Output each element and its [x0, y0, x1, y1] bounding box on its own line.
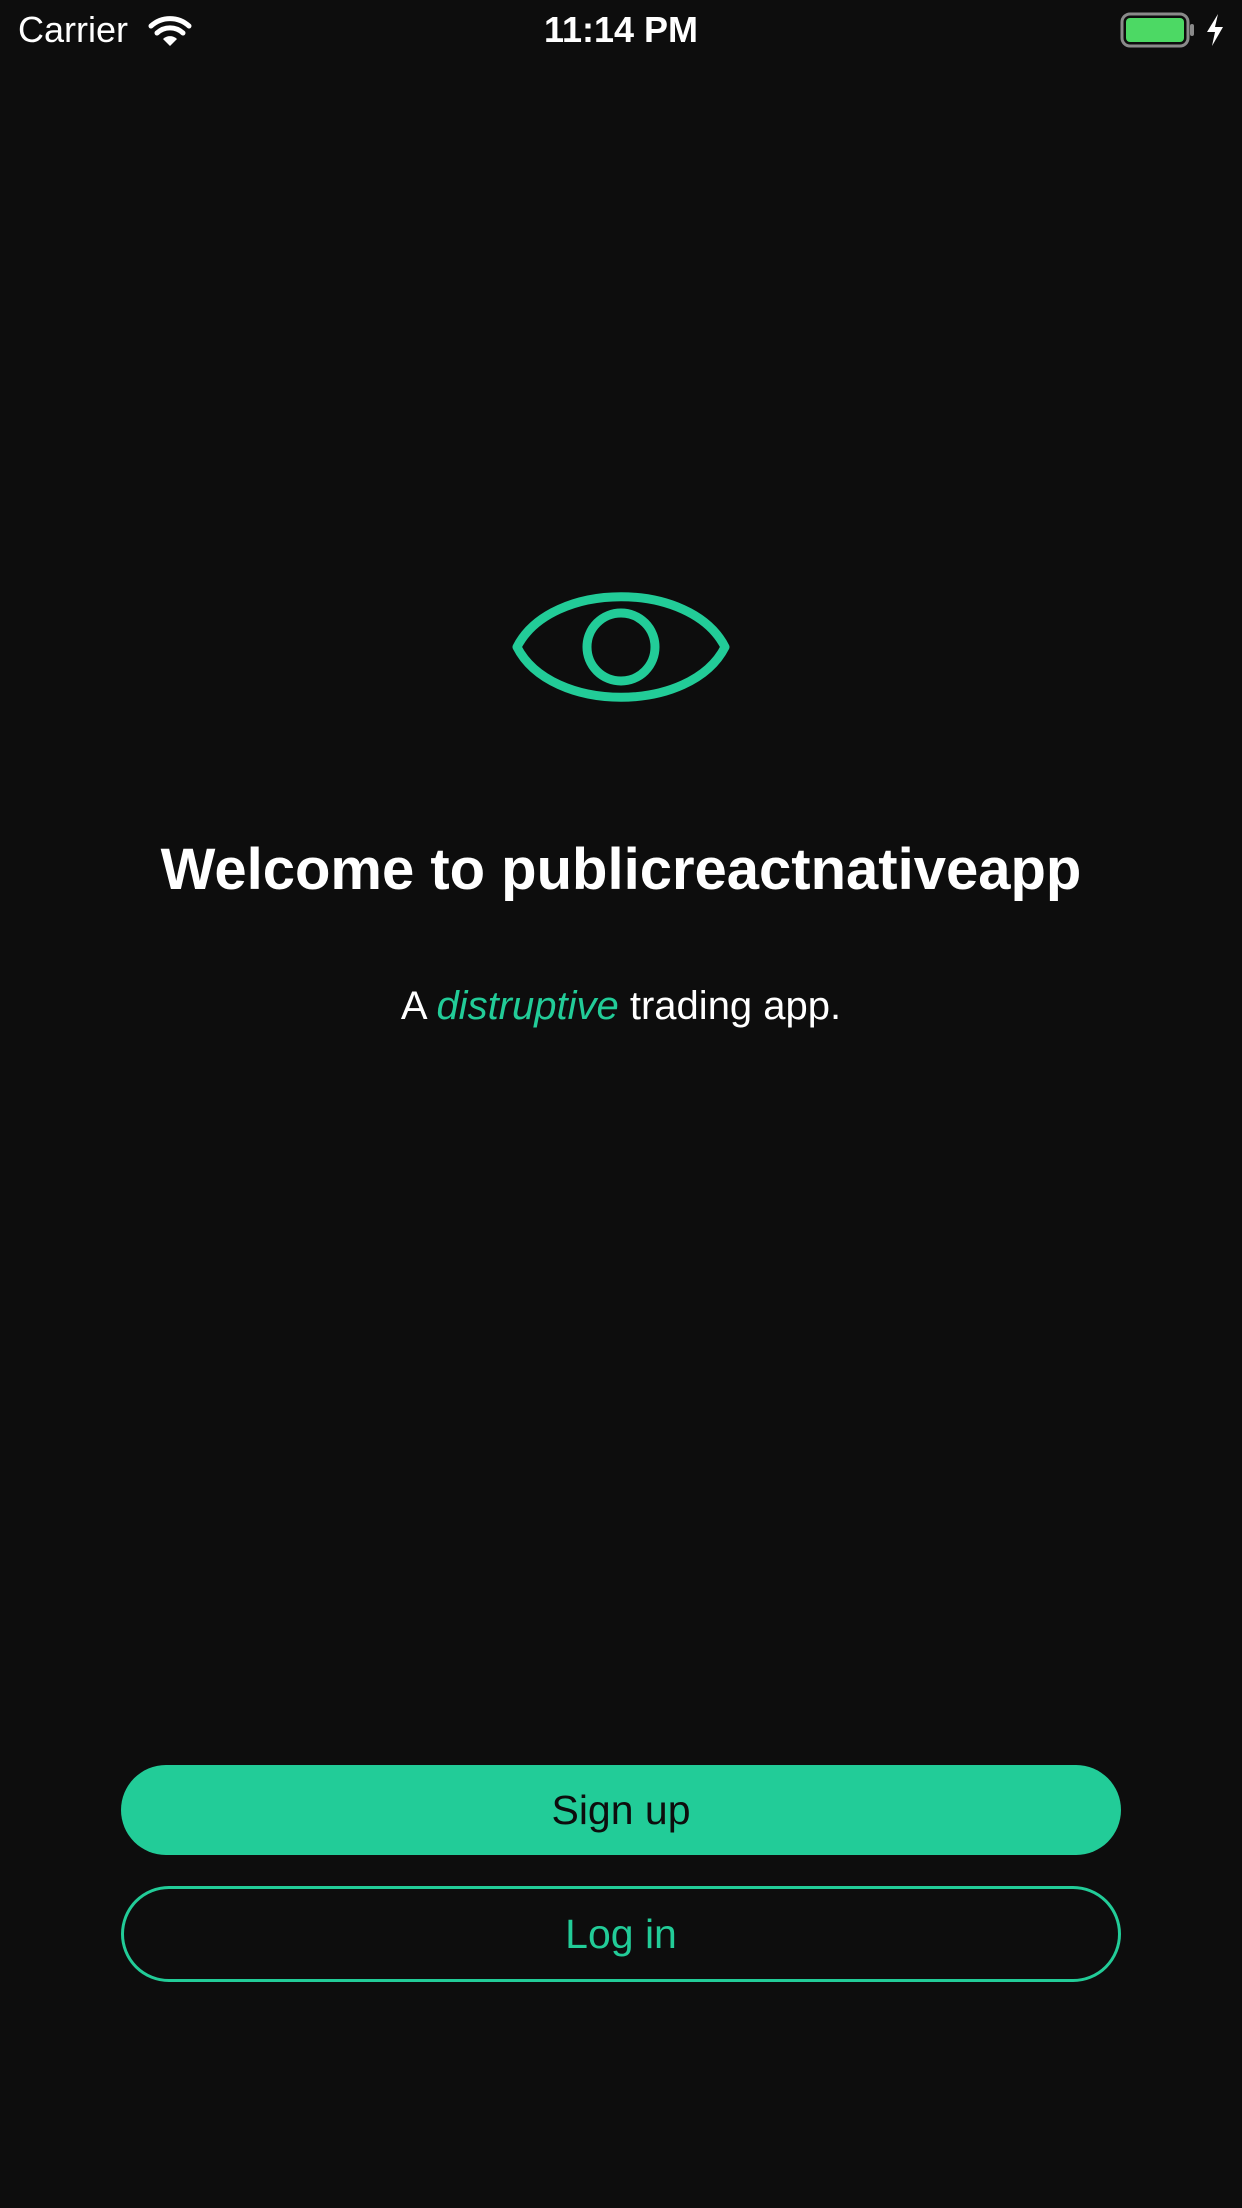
login-button[interactable]: Log in: [121, 1886, 1121, 1982]
subtitle-accent: distruptive: [436, 984, 619, 1028]
subtitle-suffix: trading app.: [629, 984, 842, 1028]
signup-button-label: Sign up: [551, 1786, 691, 1833]
status-bar: Carrier 11:14 PM: [0, 0, 1242, 62]
charging-bolt-icon: [1204, 12, 1226, 48]
battery-icon: [1120, 12, 1196, 48]
login-button-label: Log in: [565, 1910, 677, 1957]
welcome-title: Welcome to publicreactnativeapp: [160, 837, 1082, 902]
welcome-subtitle: A distruptive trading app.: [0, 980, 1242, 1032]
signup-button[interactable]: Sign up: [121, 1765, 1121, 1855]
eye-icon: [511, 572, 731, 722]
subtitle-prefix: A: [400, 984, 426, 1028]
status-time: 11:14 PM: [543, 9, 699, 50]
